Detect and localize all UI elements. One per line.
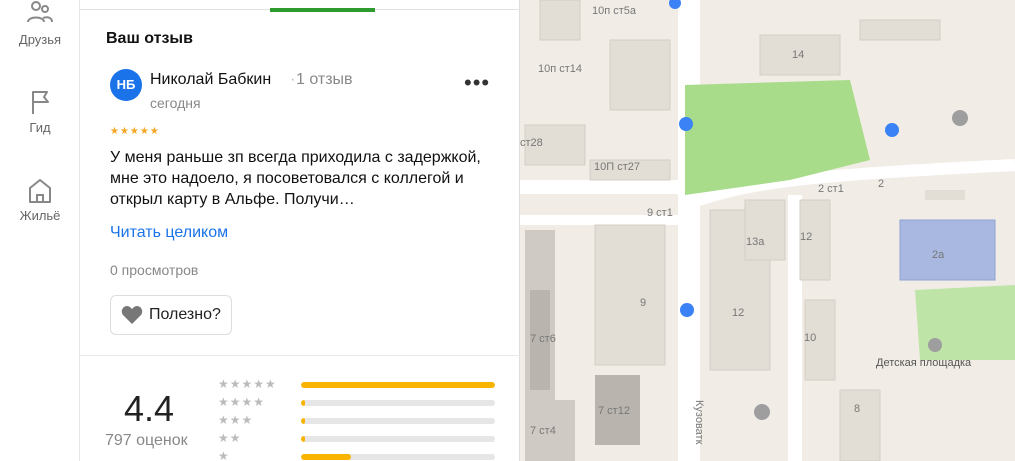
review-stars: ★★★★★ xyxy=(110,126,160,137)
house-poi-icon[interactable] xyxy=(754,404,770,420)
author-review-count: 1 отзыв xyxy=(296,71,353,88)
house-poi-icon[interactable] xyxy=(952,110,968,126)
map-label: 10 xyxy=(804,332,816,344)
bus-stop-icon[interactable] xyxy=(885,123,899,137)
friends-icon xyxy=(27,1,53,23)
views-count: 0 просмотров xyxy=(110,262,199,278)
map-label: 2а xyxy=(932,249,945,261)
section-title: Ваш отзыв xyxy=(106,30,193,47)
rating-bar-stars: ★ xyxy=(218,449,230,461)
nav-label-guide: Гид xyxy=(29,120,51,135)
rating-bar-track xyxy=(301,436,495,442)
rating-bar-row: ★★★★★ xyxy=(218,377,498,395)
rating-bar-track xyxy=(301,400,495,406)
useful-button[interactable]: Полезно? xyxy=(110,295,232,335)
read-more-link[interactable]: Читать целиком xyxy=(110,224,228,242)
map-label: ст28 xyxy=(520,137,543,149)
rating-bar-track xyxy=(301,418,495,424)
bus-stop-icon[interactable] xyxy=(680,303,694,317)
active-tab-indicator xyxy=(270,8,375,12)
avatar[interactable]: НБ xyxy=(110,69,142,101)
average-rating: 4.4 xyxy=(124,388,175,429)
map-label: 7 ст12 xyxy=(598,405,630,417)
section-divider xyxy=(80,355,520,356)
rating-bar-row: ★★★★ xyxy=(218,395,498,413)
review-text: У меня раньше зп всегда приходила с заде… xyxy=(110,149,481,208)
rating-bar-stars: ★★ xyxy=(218,431,242,445)
map-label: 12 xyxy=(800,231,812,243)
map-label: Кузоватк xyxy=(693,400,705,445)
rating-bar-fill xyxy=(301,454,352,460)
rating-bar-fill xyxy=(301,400,305,406)
map-canvas[interactable]: 10п ст5а 14 10п ст14 ст28 10П ст27 9 ст1… xyxy=(520,0,1015,461)
map-view[interactable]: 10п ст5а 14 10п ст14 ст28 10П ст27 9 ст1… xyxy=(520,0,1015,461)
house-icon xyxy=(29,179,51,203)
rating-bar-stars: ★★★★★ xyxy=(218,377,277,391)
heart-icon xyxy=(121,306,143,324)
map-label: 2 ст1 xyxy=(818,183,844,195)
left-nav: Друзья Гид Жильё xyxy=(0,0,80,461)
review-panel: Ваш отзыв НБ Николай Бабкин · 1 отзыв се… xyxy=(80,0,520,461)
rating-count: 797 оценок xyxy=(105,432,188,449)
map-label: 7 ст6 xyxy=(530,333,556,345)
map-label: 9 ст1 xyxy=(647,207,673,219)
playground-icon[interactable] xyxy=(928,338,942,352)
map-label: 9 xyxy=(640,297,646,309)
map-label: 2 xyxy=(878,178,884,190)
rating-bar-track xyxy=(301,454,495,460)
nav-item-housing[interactable]: Жильё xyxy=(0,176,80,223)
rating-bar-track xyxy=(301,382,495,388)
useful-label: Полезно? xyxy=(149,306,221,323)
rating-bar-fill xyxy=(301,436,305,442)
map-label: 8 xyxy=(854,403,860,415)
nav-label-friends: Друзья xyxy=(18,32,62,47)
nav-item-guide[interactable]: Гид xyxy=(0,88,80,135)
map-label: 10п ст14 xyxy=(538,63,582,75)
app-root: Друзья Гид Жильё Ваш отзыв НБ Николай Ба… xyxy=(0,0,1015,461)
rating-bar-row: ★ xyxy=(218,449,498,461)
map-label: Детская площадка xyxy=(876,357,972,369)
nav-item-friends[interactable]: Друзья xyxy=(0,0,80,47)
map-label: 14 xyxy=(792,49,804,61)
rating-bar-stars: ★★★ xyxy=(218,413,254,427)
map-label: 7 ст4 xyxy=(530,425,556,437)
flag-icon xyxy=(32,91,49,114)
rating-bar-row: ★★★ xyxy=(218,413,498,431)
bus-stop-icon[interactable] xyxy=(679,117,693,131)
nav-label-housing: Жильё xyxy=(19,208,61,223)
map-label: 10П ст27 xyxy=(594,161,640,173)
more-options-icon[interactable]: ••• xyxy=(464,70,490,96)
rating-distribution: ★★★★★ ★★★★ ★★★ ★★ ★ xyxy=(218,377,498,461)
review-date: сегодня xyxy=(150,95,201,111)
separator-dot: · xyxy=(290,71,296,88)
map-label: 13а xyxy=(746,236,765,248)
author-name[interactable]: Николай Бабкин xyxy=(150,71,271,89)
rating-bar-stars: ★★★★ xyxy=(218,395,266,409)
map-label: 12 xyxy=(732,307,744,319)
rating-bar-fill xyxy=(301,418,305,424)
map-label: 10п ст5а xyxy=(592,5,637,17)
rating-bar-fill xyxy=(301,382,495,388)
rating-bar-row: ★★ xyxy=(218,431,498,449)
